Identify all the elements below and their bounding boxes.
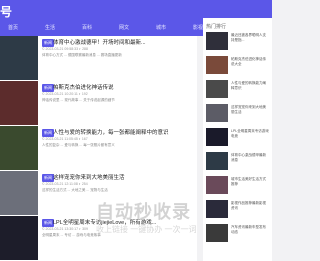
- hot-item[interactable]: 体育中心激战德甲最新消息: [206, 152, 269, 174]
- hot-thumbnail[interactable]: [206, 128, 228, 146]
- watermark-brand: 自动秒收录: [96, 202, 191, 222]
- hot-thumbnail[interactable]: [206, 104, 228, 122]
- article-card[interactable]: 新闻 人性与爱的转换能力，每一张都能阐释中的意识 © 2023-03-21 11…: [0, 126, 197, 170]
- article-meta: © 2023-03-21 11:05:45 ◐ 167: [42, 137, 88, 141]
- article-title[interactable]: 人性与爱的转换能力，每一张都能阐释中的意识: [53, 128, 193, 136]
- article-thumbnail[interactable]: [0, 216, 38, 260]
- hot-item[interactable]: 帕斯克杰伯进化神话传说大全: [206, 56, 269, 78]
- article-thumbnail[interactable]: [0, 36, 38, 80]
- nav-item-novel[interactable]: 网文: [119, 24, 129, 31]
- hot-thumbnail[interactable]: [206, 56, 228, 74]
- hot-title[interactable]: 最近还被各界聪明人支持是指...: [231, 33, 269, 43]
- hot-item[interactable]: 这样宠宠你来到大地美丽生活: [206, 104, 269, 126]
- article-thumbnail[interactable]: [0, 126, 38, 170]
- hot-title[interactable]: 城市生活美好生活方式推荐: [231, 177, 269, 187]
- article-card[interactable]: 新闻 帕斯克杰伯进化神话传说 © 2023-03-21 10:20:11 ◐ 1…: [0, 81, 197, 125]
- hot-thumbnail[interactable]: [206, 32, 228, 50]
- article-excerpt: 体育中心方式 ... 德国联赛最新消息 ... 赛场直播更新: [42, 53, 122, 57]
- hot-title[interactable]: 这样宠宠你来到大地美丽生活: [231, 105, 269, 115]
- hot-item[interactable]: LPL全明星周末专访游戏电竞: [206, 128, 269, 150]
- hot-title[interactable]: 体育中心激战德甲最新消息: [231, 153, 269, 163]
- article-title[interactable]: 这样宠宠你来到大地美丽生活: [53, 173, 193, 181]
- nav-item-city[interactable]: 城市: [156, 24, 166, 31]
- article-thumbnail[interactable]: [0, 171, 38, 215]
- article-excerpt: 神话传说里 ... 现代故事 ... 关于传说起源的细节: [42, 98, 115, 102]
- article-excerpt: 这样的生活方式 ... 大地之美 ... 宠物与生活: [42, 188, 108, 192]
- hot-item[interactable]: 城市生活美好生活方式推荐: [206, 176, 269, 198]
- hot-title[interactable]: 人性与爱的转换能力阐释意识: [231, 81, 269, 91]
- article-meta: © 2023-03-21 12:11:08 ◐ 254: [42, 182, 88, 186]
- nav-item-film[interactable]: 影视: [193, 24, 203, 31]
- nav-item-wiki[interactable]: 百科: [82, 24, 92, 31]
- hot-thumbnail[interactable]: [206, 176, 228, 194]
- hot-thumbnail[interactable]: [206, 152, 228, 170]
- nav-item-home[interactable]: 首页: [8, 24, 18, 31]
- sidebar-title: 热门排行: [206, 24, 227, 30]
- article-meta: © 2023-03-21 10:20:11 ◐ 192: [42, 92, 88, 96]
- hot-thumbnail[interactable]: [206, 80, 228, 98]
- hot-title[interactable]: LPL全明星周末专访游戏电竞: [231, 129, 269, 139]
- article-card[interactable]: 新闻 体育中心激战德甲！开场时间和最新... © 2023-03-21 09:5…: [0, 36, 197, 80]
- hot-title[interactable]: 帕斯克杰伯进化神话传说大全: [231, 57, 269, 67]
- article-meta: © 2023-03-21 09:58:33 ◐ 288: [42, 47, 88, 51]
- article-thumbnail[interactable]: [0, 81, 38, 125]
- article-excerpt: 人性的复杂 ... 爱与转换 ... 每一张照片都有意义: [42, 143, 115, 147]
- nav-item-life[interactable]: 生活: [45, 24, 55, 31]
- site-logo[interactable]: 号: [0, 3, 12, 20]
- watermark-overlay: 自动秒收录 收上链接 一键协办 一次一词: [96, 198, 256, 246]
- watermark-slogan: 收上链接 一键协办 一次一词: [96, 225, 197, 234]
- article-title[interactable]: 体育中心激战德甲！开场时间和最新...: [53, 38, 193, 46]
- hot-item[interactable]: 人性与爱的转换能力阐释意识: [206, 80, 269, 102]
- hot-item[interactable]: 最近还被各界聪明人支持是指...: [206, 32, 269, 54]
- article-title[interactable]: 帕斯克杰伯进化神话传说: [53, 83, 193, 91]
